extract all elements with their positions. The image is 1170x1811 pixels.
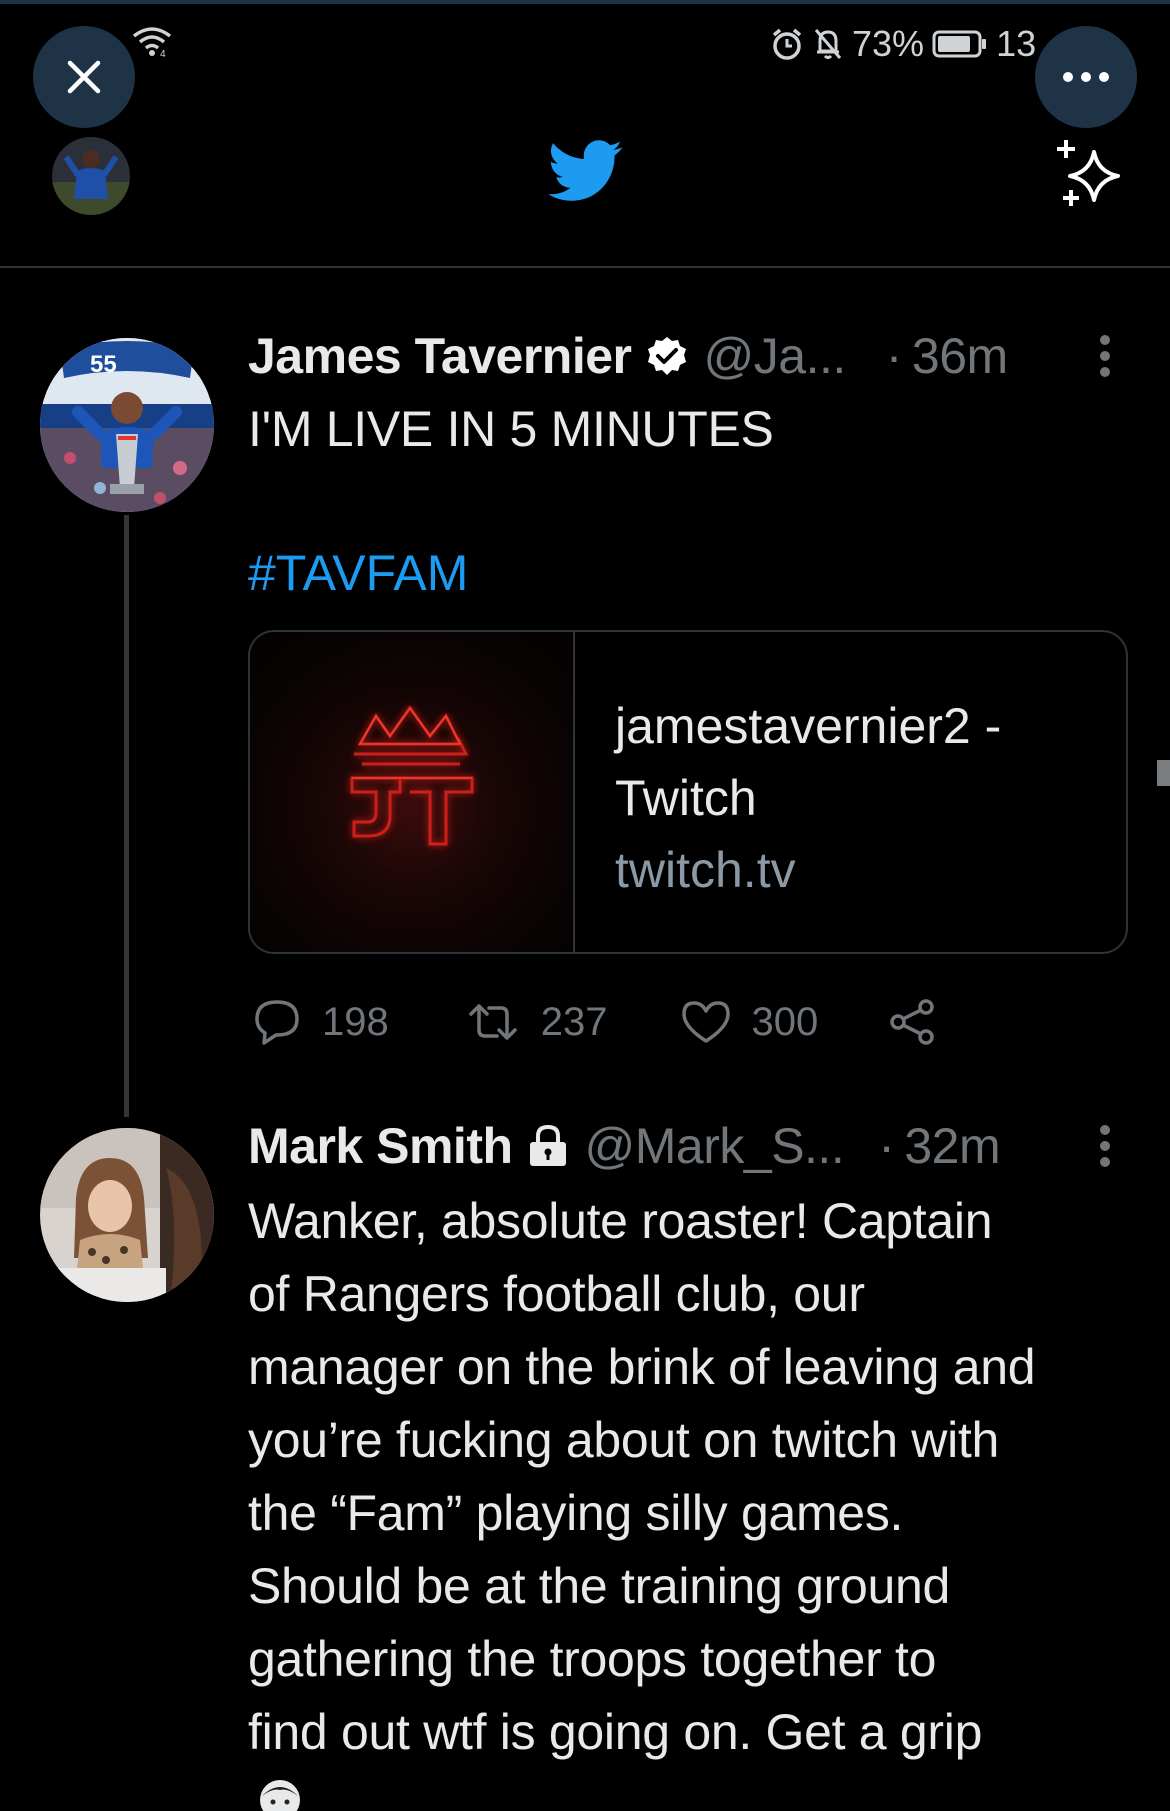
reply-icon bbox=[255, 1000, 299, 1045]
verified-badge-icon bbox=[647, 337, 686, 375]
reply-text-line: you’re fucking about on twitch with bbox=[248, 1412, 1000, 1468]
battery-icon bbox=[932, 30, 987, 58]
reply-author-avatar[interactable] bbox=[40, 1128, 214, 1302]
profile-avatar[interactable] bbox=[52, 137, 130, 215]
share-action[interactable] bbox=[888, 999, 938, 1045]
author-name[interactable]: James Tavernier bbox=[248, 327, 632, 385]
link-card[interactable]: jamestavernier2 - Twitch twitch.tv bbox=[248, 630, 1128, 954]
tweet-text: I'M LIVE IN 5 MINUTES bbox=[248, 401, 774, 457]
muted-bell-icon bbox=[814, 29, 842, 59]
tweet-actions: 198 237 300 bbox=[252, 990, 938, 1054]
author-avatar[interactable]: 55 bbox=[40, 338, 214, 512]
like-count: 300 bbox=[751, 999, 819, 1044]
heart-icon bbox=[681, 1001, 730, 1043]
reply-tweet-time[interactable]: 32m bbox=[904, 1117, 1000, 1175]
status-bar: 4 73% 13 bbox=[0, 0, 1170, 90]
status-indicators: 73% 13 bbox=[770, 22, 1036, 66]
card-thumbnail bbox=[250, 632, 575, 952]
tweet-time[interactable]: 36m bbox=[912, 327, 1008, 385]
tweet-header: James Tavernier @Ja... · 36m bbox=[248, 326, 1008, 386]
reply-text-line: Should be at the training ground bbox=[248, 1558, 951, 1614]
jt-crown-logo bbox=[350, 705, 474, 846]
scrollbar-thumb[interactable] bbox=[1157, 760, 1170, 786]
reply-author-name[interactable]: Mark Smith bbox=[248, 1117, 513, 1175]
reply-text-line: manager on the brink of leaving and bbox=[248, 1339, 1036, 1395]
thread-connector bbox=[124, 515, 129, 1117]
more-icon bbox=[1063, 72, 1109, 82]
separator-dot: · bbox=[878, 1118, 895, 1174]
reply-text-line: of Rangers football club, our bbox=[248, 1266, 865, 1322]
alarm-icon bbox=[772, 28, 802, 60]
reply-author-handle[interactable]: @Mark_S... bbox=[585, 1117, 845, 1175]
close-button[interactable] bbox=[33, 26, 135, 128]
share-icon bbox=[890, 999, 934, 1045]
wifi-icon: 4 bbox=[132, 27, 172, 58]
card-text: jamestavernier2 - Twitch twitch.tv bbox=[575, 632, 1055, 952]
sparkle-icon[interactable] bbox=[1052, 138, 1128, 214]
close-icon bbox=[67, 60, 101, 94]
hashtag-link[interactable]: #TAVFAM bbox=[248, 544, 468, 602]
author-handle[interactable]: @Ja... bbox=[704, 327, 847, 385]
tweet-menu-icon[interactable] bbox=[1098, 334, 1112, 378]
lock-icon bbox=[529, 1124, 566, 1166]
battery-percent: 73% bbox=[852, 23, 925, 64]
header-divider bbox=[0, 266, 1170, 268]
separator-dot: · bbox=[885, 328, 903, 384]
reply-action[interactable]: 198 bbox=[252, 998, 389, 1046]
reply-text-line: the “Fam” playing silly games. bbox=[248, 1485, 904, 1541]
clock: 13 bbox=[996, 23, 1037, 64]
retweet-action[interactable]: 237 bbox=[465, 1000, 608, 1045]
reply-tweet-text: Wanker, absolute roaster! Captain of Ran… bbox=[248, 1185, 1036, 1769]
svg-text:4: 4 bbox=[160, 49, 166, 58]
reply-count: 198 bbox=[322, 999, 389, 1044]
twitter-bird-icon[interactable] bbox=[548, 140, 624, 202]
reply-text-line: gathering the troops together to bbox=[248, 1631, 937, 1687]
card-title: jamestavernier2 - Twitch bbox=[615, 698, 1002, 826]
card-domain: twitch.tv bbox=[615, 842, 796, 898]
reply-tweet-header: Mark Smith @Mark_S... · 32m bbox=[248, 1116, 1001, 1176]
emoji-icon bbox=[260, 1780, 300, 1811]
more-button[interactable] bbox=[1035, 26, 1137, 128]
reply-tweet-menu-icon[interactable] bbox=[1098, 1124, 1112, 1168]
retweet-count: 237 bbox=[540, 999, 608, 1044]
reply-text-line: Wanker, absolute roaster! Captain bbox=[248, 1193, 993, 1249]
svg-text:55: 55 bbox=[90, 351, 117, 378]
reply-text-line: find out wtf is going on. Get a grip bbox=[248, 1704, 983, 1760]
retweet-icon bbox=[469, 1004, 517, 1040]
like-action[interactable]: 300 bbox=[680, 999, 819, 1045]
